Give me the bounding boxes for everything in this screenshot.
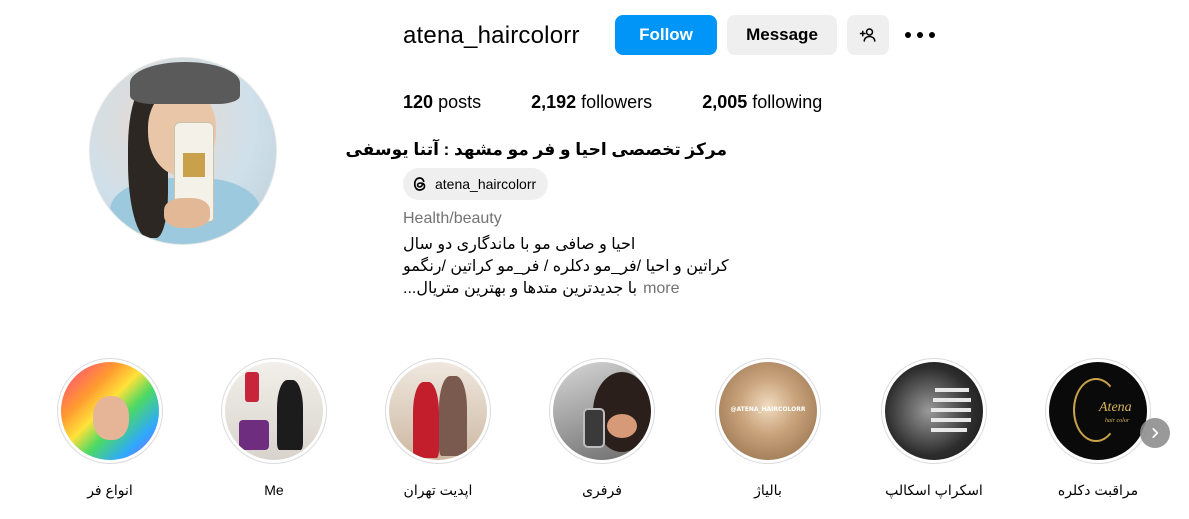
bottle-label [183, 153, 205, 177]
suggested-users-button[interactable] [847, 15, 889, 55]
following-stat[interactable]: 2,005 following [702, 92, 822, 113]
highlight-label: اسکراپ اسکالپ [885, 482, 983, 498]
highlight-ring [221, 358, 327, 464]
posts-label: posts [438, 92, 482, 112]
followers-label: followers [581, 92, 653, 112]
profile-avatar[interactable] [89, 57, 277, 245]
avatar-hand-shape [164, 198, 210, 228]
cover-shape [239, 420, 269, 450]
cover-person-shape [413, 382, 439, 458]
logo-brand-text: Atena [1099, 400, 1132, 415]
highlight-item[interactable]: Me [214, 358, 334, 498]
bio-more-link[interactable]: more [643, 280, 679, 298]
highlight-label: بالیاژ [754, 482, 782, 498]
followers-stat[interactable]: 2,192 followers [531, 92, 652, 113]
highlight-item[interactable]: @ATENA_HAIRCOLORR بالیاژ [708, 358, 828, 499]
highlight-cover-image [389, 362, 487, 460]
chevron-right-icon [1152, 428, 1159, 438]
highlight-item[interactable]: اپدیت تهران [378, 358, 498, 499]
highlight-item[interactable]: فرفری [542, 358, 662, 499]
bio-line: کراتین و احیا /فر_مو دکلره / فر_مو کراتی… [403, 258, 729, 275]
add-person-icon [859, 28, 876, 42]
profile-username: atena_haircolorr [403, 22, 580, 49]
highlight-cover-image: @ATENA_HAIRCOLORR [719, 362, 817, 460]
cover-text-line [935, 388, 969, 392]
highlight-ring [881, 358, 987, 464]
highlight-label: Me [264, 482, 284, 498]
cover-face-shape [607, 414, 637, 438]
cover-shape [245, 372, 259, 402]
highlight-ring [549, 358, 655, 464]
profile-full-name: مرکز تخصصی احیا و فر مو مشهد : آتنا یوسف… [345, 140, 727, 159]
dot [917, 32, 923, 38]
highlight-ring: Atena hair color [1045, 358, 1151, 464]
avatar-cap-shape [130, 62, 240, 104]
bio-last-line: با جدیدترین متدها و بهترین متریال... mor… [403, 278, 680, 298]
cover-text-line [931, 408, 971, 412]
cover-text-line [931, 428, 967, 432]
dot [929, 32, 935, 38]
bio-line: احیا و صافی مو با ماندگاری دو سال [403, 236, 636, 253]
bio-line: با جدیدترین متدها و بهترین متریال... [403, 280, 638, 297]
highlight-label: مراقبت دکلره [1057, 482, 1139, 498]
cover-person-shape [439, 376, 467, 456]
posts-count: 120 [403, 92, 434, 112]
cover-face-shape [93, 396, 129, 440]
following-count: 2,005 [702, 92, 748, 112]
highlight-item[interactable]: انواع فر [50, 358, 170, 499]
highlight-cover-image [553, 362, 651, 460]
cover-phone-shape [583, 408, 605, 448]
message-button[interactable]: Message [727, 15, 837, 55]
highlight-item[interactable]: اسکراپ اسکالپ [874, 358, 994, 499]
following-label: following [752, 92, 823, 112]
highlight-ring [57, 358, 163, 464]
threads-icon [413, 177, 426, 191]
highlight-cover-image [225, 362, 323, 460]
threads-badge[interactable]: atena_haircolorr [403, 168, 549, 200]
highlight-ring [385, 358, 491, 464]
highlight-cover-image [885, 362, 983, 460]
cover-text-line [931, 418, 971, 422]
more-options-icon[interactable] [905, 24, 935, 46]
profile-category: Health/beauty [403, 210, 502, 227]
highlight-label: اپدیت تهران [403, 482, 473, 498]
highlight-label: فرفری [582, 482, 622, 498]
posts-stat: 120 posts [403, 92, 481, 113]
profile-stats: 120 posts 2,192 followers 2,005 followin… [403, 92, 872, 113]
follow-button[interactable]: Follow [615, 15, 717, 55]
cover-person-shape [277, 380, 303, 450]
highlight-cover-image: Atena hair color [1049, 362, 1147, 460]
threads-handle: atena_haircolorr [435, 176, 537, 192]
cover-text-line [933, 398, 971, 402]
highlight-label: انواع فر [87, 482, 133, 498]
highlights-next-button[interactable] [1140, 418, 1170, 448]
dot [905, 32, 911, 38]
highlight-cover-image [61, 362, 159, 460]
followers-count: 2,192 [531, 92, 577, 112]
logo-sub-text: hair color [1105, 418, 1130, 424]
cover-watermark-text: @ATENA_HAIRCOLORR [730, 406, 806, 413]
highlight-ring: @ATENA_HAIRCOLORR [715, 358, 821, 464]
